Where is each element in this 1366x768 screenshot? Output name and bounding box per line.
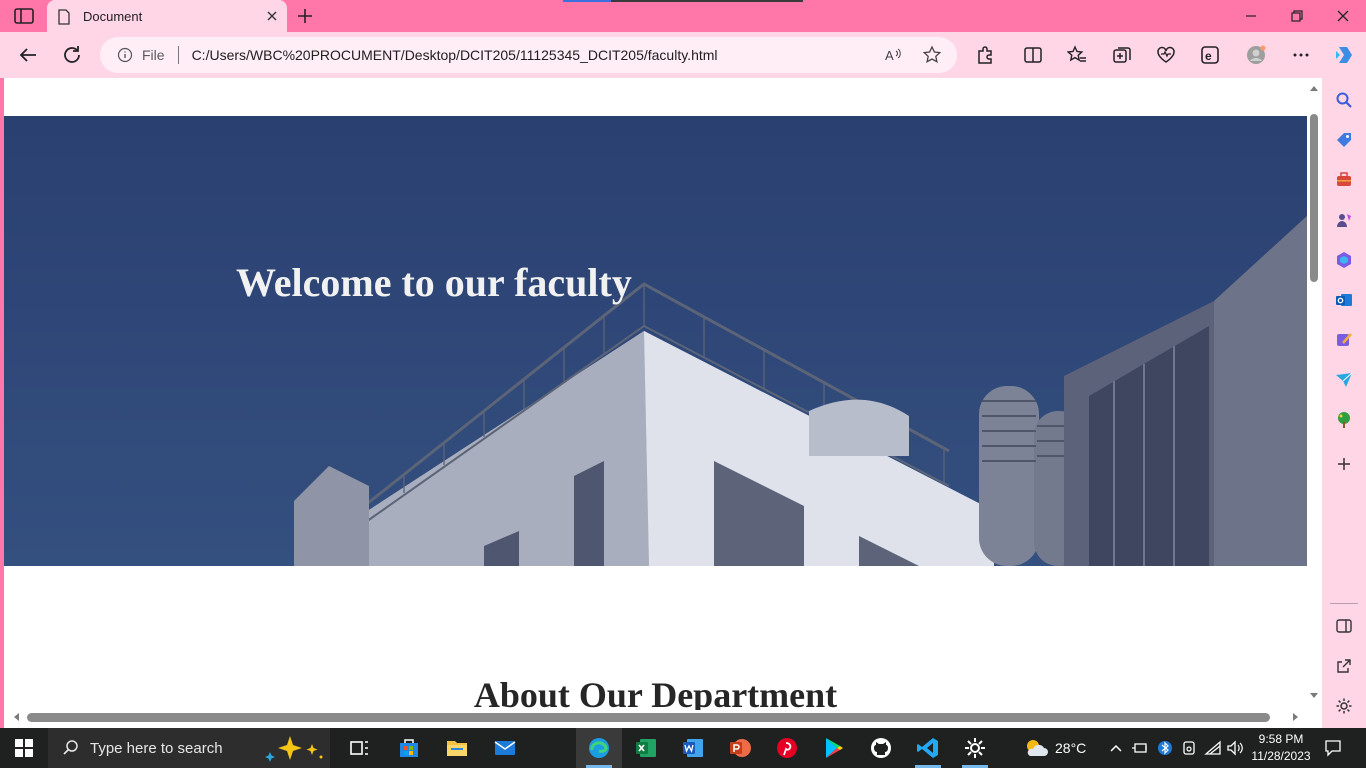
outlook-icon[interactable] <box>1334 290 1354 310</box>
scroll-left-arrow-icon[interactable] <box>12 712 20 722</box>
file-label: File <box>142 47 165 63</box>
wifi-icon[interactable] <box>1204 740 1222 756</box>
more-menu-icon[interactable] <box>1291 45 1311 65</box>
tab-title: Document <box>83 9 143 24</box>
scroll-down-arrow-icon[interactable] <box>1309 692 1319 700</box>
clock-date: 11/28/2023 <box>1251 749 1311 763</box>
weather-icon[interactable] <box>1022 736 1050 760</box>
read-aloud-icon[interactable]: A <box>884 46 902 64</box>
github-icon[interactable] <box>869 736 893 760</box>
favorites-icon[interactable] <box>1067 45 1087 65</box>
hero-banner: Welcome to our faculty <box>4 116 1307 566</box>
settings-gear-icon[interactable] <box>963 736 987 760</box>
microsoft-365-icon[interactable] <box>1334 250 1354 270</box>
edge-browser-icon[interactable] <box>587 736 611 760</box>
sidebar-settings-icon[interactable] <box>1334 696 1354 716</box>
edge-sidebar <box>1322 78 1366 728</box>
search-icon[interactable] <box>1334 90 1354 110</box>
address-bar[interactable]: File C:/Users/WBC%20PROCUMENT/Desktop/DC… <box>100 37 957 73</box>
mail-icon[interactable] <box>493 736 517 760</box>
designer-icon[interactable] <box>1334 330 1354 350</box>
send-icon[interactable] <box>1334 370 1354 390</box>
horizontal-scroll-thumb[interactable] <box>27 713 1270 722</box>
battery-plug-icon[interactable] <box>1131 740 1149 756</box>
windows-taskbar: Type here to search 28°C 9:58 PM 11/28/2… <box>0 728 1366 768</box>
taskbar-search-box[interactable]: Type here to search <box>48 728 330 768</box>
weather-temp: 28°C <box>1055 740 1087 756</box>
svg-text:A: A <box>885 48 894 63</box>
split-screen-icon[interactable] <box>1023 45 1043 65</box>
refresh-icon[interactable] <box>60 43 84 67</box>
search-highlight-icon <box>265 736 323 762</box>
restore-icon[interactable] <box>1289 8 1305 24</box>
tab-actions-icon[interactable] <box>12 7 36 25</box>
address-separator <box>177 46 179 64</box>
scroll-up-arrow-icon[interactable] <box>1309 84 1319 92</box>
browser-titlebar: Document <box>0 0 1366 33</box>
games-icon[interactable] <box>1334 210 1354 230</box>
pinterest-icon[interactable] <box>775 736 799 760</box>
page-viewport: Welcome to our faculty About Our Departm… <box>4 78 1322 728</box>
document-icon <box>58 8 70 25</box>
back-icon[interactable] <box>16 43 40 67</box>
copilot-icon[interactable] <box>1333 44 1355 66</box>
taskbar-search-placeholder: Type here to search <box>90 739 223 757</box>
tray-overflow-chevron-icon[interactable] <box>1109 742 1123 754</box>
excel-icon[interactable] <box>634 736 658 760</box>
file-explorer-icon[interactable] <box>445 736 469 760</box>
tree-icon[interactable] <box>1334 410 1354 430</box>
svg-text:e: e <box>1205 49 1212 63</box>
task-view-icon[interactable] <box>348 736 372 760</box>
new-tab-icon[interactable] <box>295 7 315 25</box>
volume-icon[interactable] <box>1226 740 1244 756</box>
google-play-icon[interactable] <box>822 736 846 760</box>
add-sidebar-app-icon[interactable] <box>1334 454 1354 474</box>
bluetooth-icon[interactable] <box>1158 739 1172 757</box>
close-window-icon[interactable] <box>1335 8 1351 24</box>
windows-start-icon[interactable] <box>15 739 33 757</box>
device-icon[interactable] <box>1181 740 1197 756</box>
collections-icon[interactable] <box>1112 45 1132 65</box>
word-icon[interactable] <box>681 736 705 760</box>
open-external-icon[interactable] <box>1334 656 1354 676</box>
taskbar-search-icon <box>63 740 78 755</box>
hide-sidebar-icon[interactable] <box>1334 616 1354 636</box>
close-tab-icon[interactable] <box>265 9 279 23</box>
tools-briefcase-icon[interactable] <box>1334 170 1354 190</box>
workspace-icon[interactable]: e <box>1200 45 1220 65</box>
extensions-icon[interactable] <box>975 45 995 65</box>
browser-toolbar: File C:/Users/WBC%20PROCUMENT/Desktop/DC… <box>0 32 1366 78</box>
loading-indicator <box>563 0 803 2</box>
browser-tab[interactable]: Document <box>47 0 287 33</box>
minimize-icon[interactable] <box>1243 8 1259 24</box>
taskbar-clock[interactable]: 9:58 PM 11/28/2023 <box>1248 731 1314 765</box>
powerpoint-icon[interactable] <box>728 736 752 760</box>
info-icon[interactable] <box>117 47 133 63</box>
browser-essentials-icon[interactable] <box>1156 45 1176 65</box>
notifications-icon[interactable] <box>1324 739 1342 757</box>
vscode-icon[interactable] <box>916 736 940 760</box>
favorite-star-icon[interactable] <box>922 45 942 65</box>
hero-title: Welcome to our faculty <box>236 260 632 305</box>
url-text[interactable]: C:/Users/WBC%20PROCUMENT/Desktop/DCIT205… <box>192 47 718 63</box>
shopping-tag-icon[interactable] <box>1334 130 1354 150</box>
building-photo <box>294 216 1307 566</box>
vertical-scroll-thumb[interactable] <box>1310 114 1318 282</box>
sidebar-divider <box>1330 603 1358 604</box>
microsoft-store-icon[interactable] <box>397 736 421 760</box>
scroll-right-arrow-icon[interactable] <box>1292 712 1300 722</box>
profile-avatar-icon[interactable] <box>1246 45 1266 65</box>
clock-time: 9:58 PM <box>1258 732 1304 746</box>
